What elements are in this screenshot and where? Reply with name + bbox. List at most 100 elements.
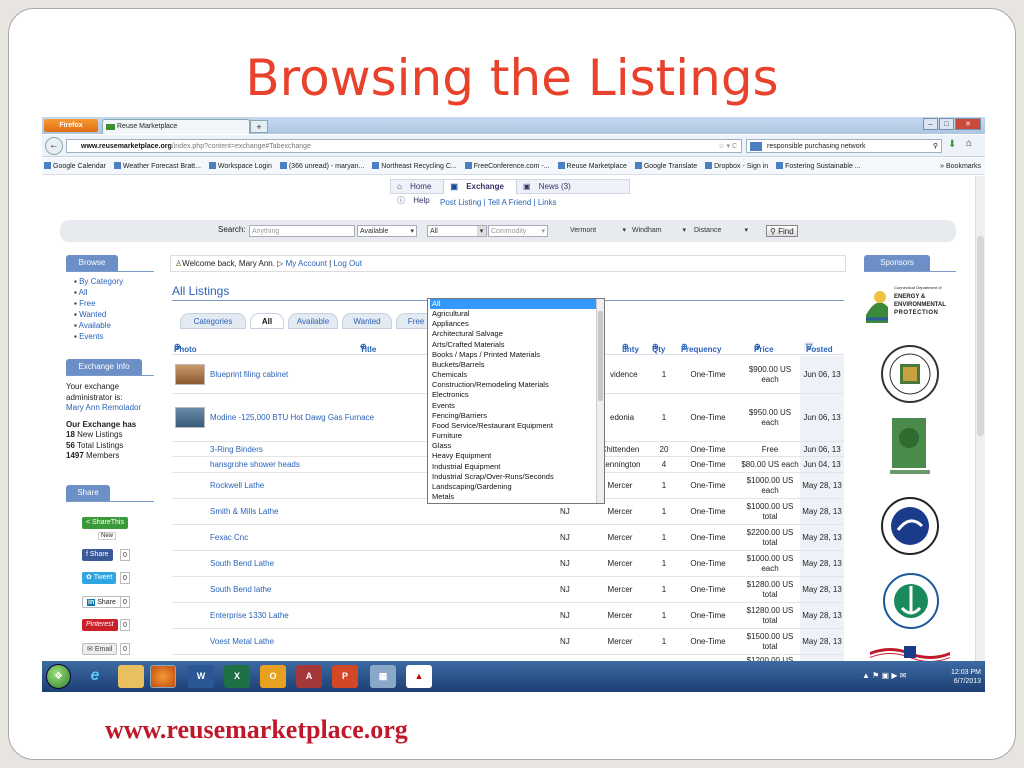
page-scrollbar[interactable] <box>975 176 985 661</box>
word-icon[interactable]: W <box>188 665 214 688</box>
minimize-icon[interactable]: – <box>923 118 938 130</box>
maximize-icon[interactable]: □ <box>939 118 954 130</box>
dropdown-option[interactable]: Glass <box>430 441 604 451</box>
nav-exchange[interactable]: ▣ Exchange <box>443 180 517 194</box>
col-price[interactable]: Price ⊕ <box>754 342 774 354</box>
listing-title[interactable]: Voest Metal Lathe <box>210 637 274 646</box>
listing-title[interactable]: Modine -125,000 BTU Hot Dawg Gas Furnace <box>210 413 374 422</box>
dropdown-scrollbar[interactable] <box>596 299 604 503</box>
browse-link[interactable]: All <box>74 287 154 298</box>
table-row[interactable]: South Bend Lathe NJ Mercer 1 One-Time $1000.0… <box>172 551 844 577</box>
admin-link[interactable]: Mary Ann Remolador <box>66 403 154 414</box>
linkedin-share-button[interactable]: in Share <box>82 596 121 608</box>
bookmark-item[interactable]: Workspace Login <box>208 158 272 175</box>
home-icon[interactable]: ⌂ <box>966 138 972 149</box>
firefox-menu-button[interactable]: Firefox <box>44 119 98 132</box>
bookmark-item[interactable]: FreeConference.com -... <box>464 158 550 175</box>
back-arrow-icon[interactable]: ← <box>45 137 63 155</box>
dropdown-option[interactable]: Agricultural <box>430 309 604 319</box>
category-dropdown-list[interactable]: All Agricultural Appliances Architectural S… <box>427 298 605 504</box>
powerpoint-icon[interactable]: P <box>332 665 358 688</box>
listing-title[interactable]: Rockwell Lathe <box>210 481 264 490</box>
web-search-box[interactable]: responsible purchasing network ⚲ <box>746 139 942 153</box>
dropdown-option[interactable]: Appliances <box>430 319 604 329</box>
new-tab-button[interactable]: + <box>250 120 268 133</box>
dropdown-option[interactable]: Metals <box>430 492 604 502</box>
listing-title[interactable]: Blueprint filing cabinet <box>210 370 288 379</box>
dropdown-option[interactable]: Buckets/Barrels <box>430 360 604 370</box>
browse-link[interactable]: Free <box>74 298 154 309</box>
my-account-link[interactable]: My Account <box>286 259 327 268</box>
rhode-island-logo[interactable] <box>882 572 940 630</box>
listing-title[interactable]: South Bend Lathe <box>210 559 274 568</box>
listing-title[interactable]: Fexac Cnc <box>210 533 248 542</box>
listing-thumbnail[interactable] <box>175 407 205 428</box>
col-photo[interactable]: Photo ⊕ <box>174 342 197 354</box>
commodity-select[interactable]: Commodity ▾ <box>488 225 548 237</box>
bookmark-item[interactable]: Weather Forecast Bratt... <box>113 158 201 175</box>
dropdown-option[interactable]: Construction/Remodeling Materials <box>430 380 604 390</box>
bookmark-item[interactable]: Google Translate <box>634 158 697 175</box>
url-bar[interactable]: www.reusemarketplace.org/index.php?conte… <box>66 139 742 153</box>
tab-categories[interactable]: Categories <box>180 313 246 329</box>
start-button-icon[interactable]: ❖ <box>46 664 71 689</box>
browse-link[interactable]: Wanted <box>74 309 154 320</box>
tweet-button[interactable]: ✿ Tweet <box>82 572 117 584</box>
system-clock[interactable]: 12:03 PM 6/7/2013 <box>951 668 981 686</box>
close-icon[interactable]: ✕ <box>955 118 981 130</box>
internet-explorer-icon[interactable]: e <box>82 665 108 688</box>
dropdown-option[interactable]: Fencing/Barriers <box>430 411 604 421</box>
tab-all[interactable]: All <box>250 313 284 329</box>
bookmark-star-icon[interactable]: ☆ ▾ C <box>718 140 737 153</box>
bookmarks-menu[interactable]: » Bookmarks <box>940 158 981 175</box>
category-select[interactable]: All ▾ <box>427 225 487 237</box>
dropdown-option[interactable]: Industrial Equipment <box>430 462 604 472</box>
calculator-icon[interactable]: ▦ <box>370 665 396 688</box>
browse-link[interactable]: Available <box>74 320 154 331</box>
bookmark-item[interactable]: Northeast Recycling C... <box>372 158 457 175</box>
nav-help[interactable]: ⓘ Help <box>391 194 442 208</box>
dropdown-option[interactable]: Food Service/Restaurant Equipment <box>430 421 604 431</box>
col-posted[interactable]: Posted ▽ <box>804 342 833 354</box>
listing-title[interactable]: South Bend lathe <box>210 585 271 594</box>
footer-url[interactable]: www.reusemarketplace.org <box>105 715 408 745</box>
bookmark-item[interactable]: Dropbox - Sign in <box>705 158 768 175</box>
excel-icon[interactable]: X <box>224 665 250 688</box>
flag-banner-logo[interactable] <box>870 644 950 662</box>
nh-environmental-logo[interactable] <box>888 416 932 482</box>
dropdown-option[interactable]: Industrial Scrap/Over-Runs/Seconds <box>430 472 604 482</box>
file-explorer-icon[interactable] <box>118 665 144 688</box>
bookmark-item[interactable]: (366 unread) - maryan... <box>279 158 364 175</box>
delaware-seal-logo[interactable] <box>880 344 940 404</box>
dropdown-option[interactable]: Landscaping/Gardening <box>430 482 604 492</box>
col-frequency[interactable]: Frequency ⊕ <box>681 342 721 354</box>
firefox-icon[interactable] <box>150 665 176 688</box>
sharethis-button[interactable]: < ShareThis <box>82 517 128 529</box>
download-icon[interactable]: ⬇ <box>948 139 956 150</box>
col-title[interactable]: Title ⊕ <box>360 342 376 354</box>
bookmark-item[interactable]: Google Calendar <box>44 158 106 175</box>
dropdown-option[interactable]: All <box>430 299 604 310</box>
table-row[interactable]: Enterprise 1330 Lathe NJ Mercer 1 One-Time $1… <box>172 603 844 629</box>
table-row[interactable]: Fexac Cnc NJ Mercer 1 One-Time $2200.00 US to… <box>172 525 844 551</box>
pinterest-button[interactable]: Pinterest <box>82 619 118 631</box>
acrobat-icon[interactable]: ▲ <box>406 665 432 688</box>
table-row[interactable]: Voest Metal Lathe NJ Mercer 1 One-Time $1500.… <box>172 629 844 655</box>
bookmark-item[interactable]: Fostering Sustainable ... <box>776 158 861 175</box>
listing-thumbnail[interactable] <box>175 364 205 385</box>
facebook-share-button[interactable]: f Share <box>82 549 113 561</box>
county-select[interactable]: Windham ▾ <box>630 225 688 237</box>
listing-title[interactable]: hansgrohe shower heads <box>210 460 300 469</box>
browser-tab[interactable]: Reuse Marketplace <box>102 119 250 134</box>
nav-home[interactable]: ⌂ Home <box>391 180 443 194</box>
magnifier-icon[interactable]: ⚲ <box>933 140 938 153</box>
email-share-button[interactable]: ✉ Email <box>82 643 118 655</box>
browse-link[interactable]: By Category <box>74 276 154 287</box>
dropdown-option[interactable]: Heavy Equipment <box>430 451 604 461</box>
dropdown-option[interactable]: Arts/Crafted Materials <box>430 340 604 350</box>
sub-links[interactable]: Post Listing | Tell A Friend | Links <box>440 198 557 207</box>
dropdown-option[interactable]: Chemicals <box>430 370 604 380</box>
nj-seal-logo[interactable] <box>880 496 940 556</box>
ct-deep-logo[interactable]: Connecticut Department of ENERGY & ENVIR… <box>864 283 956 329</box>
listing-title[interactable]: Smith & Mills Lathe <box>210 507 278 516</box>
